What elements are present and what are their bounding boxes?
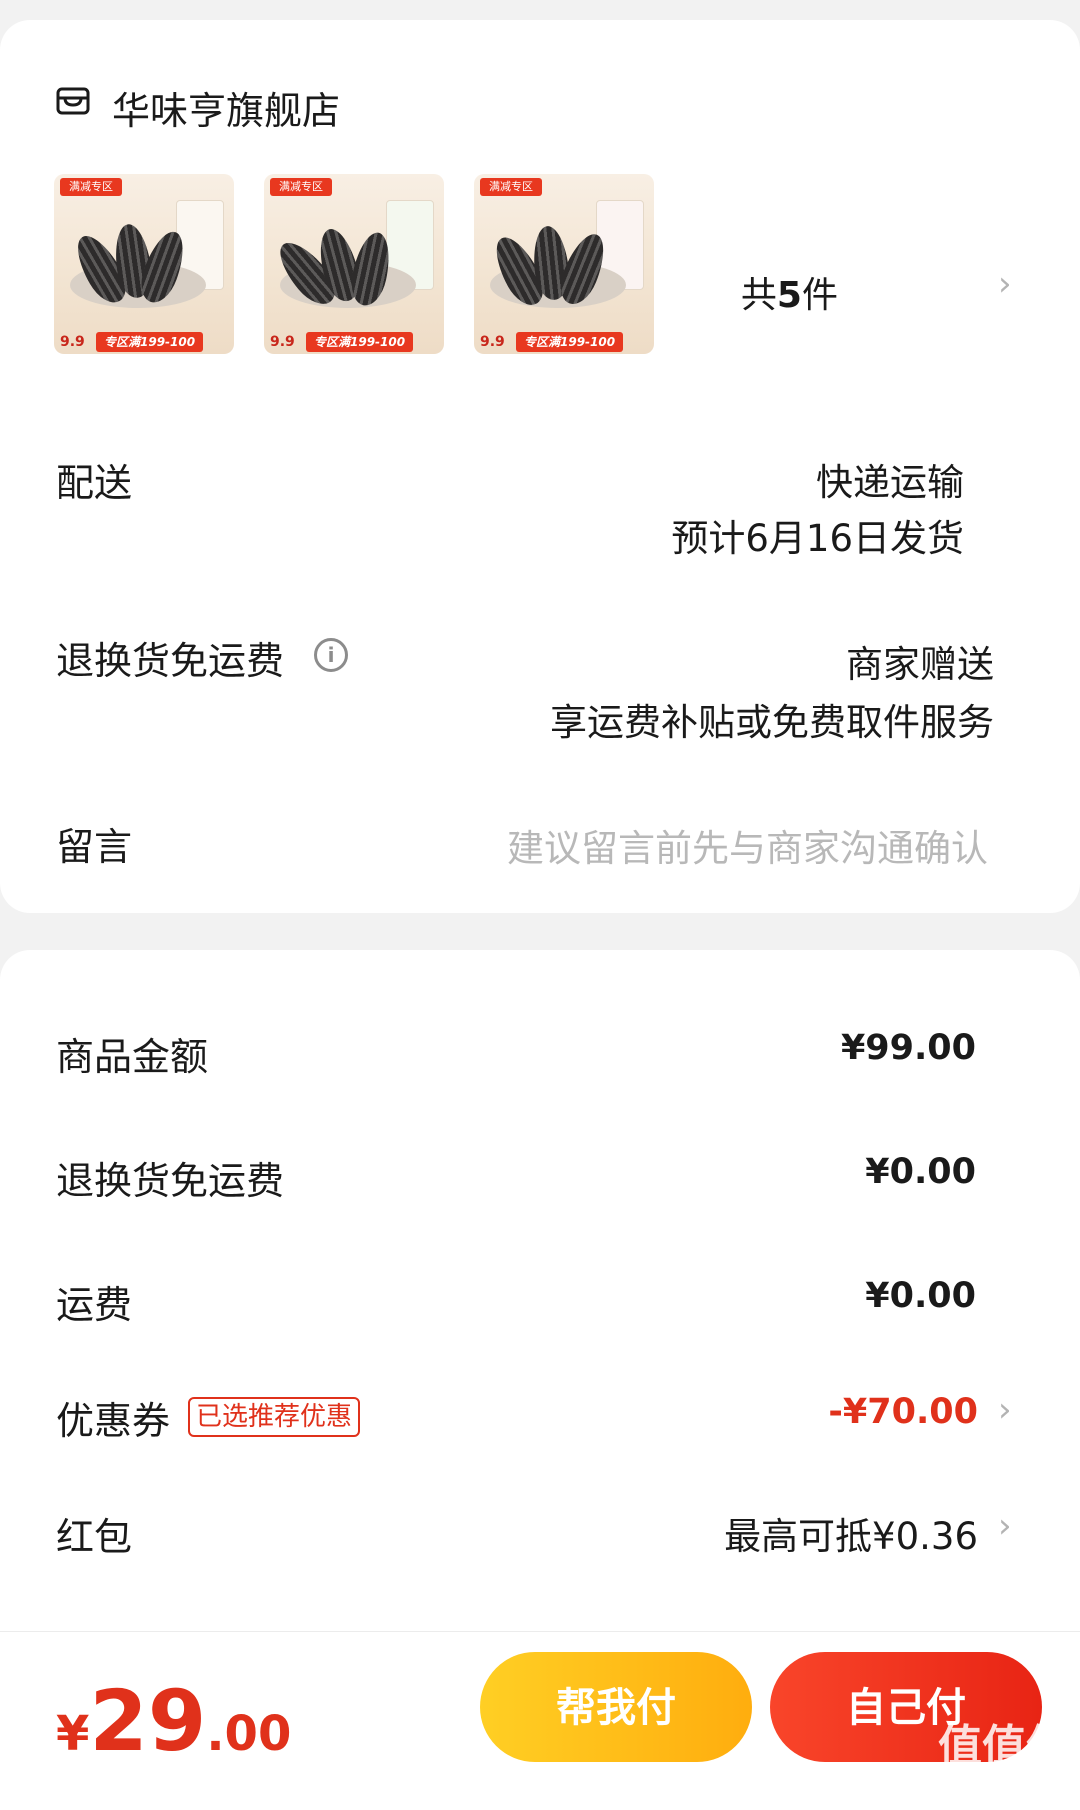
item-count-prefix: 共 — [740, 275, 777, 316]
product-thumbnail[interactable]: 满减专区 9.9 专区满199-100 — [264, 174, 444, 354]
goods-amount-value: ¥99.00 — [840, 1028, 976, 1068]
thumb-price: 9.9 — [60, 334, 85, 350]
return-insurance-value: 商家赠送 — [846, 643, 994, 686]
help-pay-button[interactable]: 帮我付 — [480, 1652, 752, 1762]
coupon-label: 优惠券 — [56, 1399, 171, 1443]
red-packet-value[interactable]: 最高可抵¥0.36 — [724, 1506, 978, 1560]
message-label: 留言 — [56, 825, 133, 869]
return-insurance-note: 享运费补贴或免费取件服务 — [550, 701, 994, 744]
product-thumbnail[interactable]: 满减专区 9.9 专区满199-100 — [474, 174, 654, 354]
delivery-estimate: 预计6月16日发货 — [671, 517, 964, 560]
total-price: ¥29.00 — [56, 1672, 291, 1770]
thumb-promo: 专区满199-100 — [516, 332, 624, 352]
return-fee-label: 退换货免运费 — [56, 1159, 285, 1203]
shipping-label: 运费 — [56, 1283, 133, 1327]
goods-amount-label: 商品金额 — [56, 1035, 209, 1079]
product-thumbnail[interactable]: 满减专区 9.9 专区满199-100 — [54, 174, 234, 354]
item-count-number: 5 — [776, 275, 802, 316]
watermark-url: zhizhizhi.com — [953, 1761, 1062, 1780]
store-icon — [56, 86, 90, 116]
return-fee-value: ¥0.00 — [865, 1152, 976, 1192]
chevron-right-icon[interactable]: › — [998, 1390, 1012, 1430]
thumb-promo: 专区满199-100 — [96, 332, 204, 352]
coupon-badge: 已选推荐优惠 — [188, 1397, 361, 1437]
promo-tag: 满减专区 — [480, 178, 542, 196]
message-input[interactable]: 建议留言前先与商家沟通确认 — [507, 818, 988, 872]
return-insurance-label: 退换货免运费 — [56, 639, 285, 683]
chevron-right-icon[interactable]: › — [998, 1506, 1012, 1546]
store-name[interactable]: 华味亨旗舰店 — [112, 80, 340, 135]
promo-tag: 满减专区 — [270, 178, 332, 196]
chevron-right-icon[interactable]: › — [998, 264, 1012, 304]
checkout-bar: ¥29.00 帮我付 自己付 值值值 zhizhizhi.com — [0, 1631, 1080, 1784]
item-count[interactable]: 共5件 — [741, 266, 838, 318]
total-decimal: .00 — [206, 1706, 292, 1762]
coupon-value[interactable]: -¥70.00 — [828, 1392, 978, 1432]
total-integer: 29 — [89, 1672, 207, 1770]
delivery-label: 配送 — [56, 461, 133, 505]
promo-tag: 满减专区 — [60, 178, 122, 196]
shipping-value: ¥0.00 — [865, 1276, 976, 1316]
order-store-card: 华味亨旗舰店 满减专区 9.9 专区满199-100 满减专区 9.9 专区满1… — [0, 20, 1080, 913]
thumb-promo: 专区满199-100 — [306, 332, 414, 352]
red-packet-label: 红包 — [56, 1515, 133, 1559]
info-icon[interactable]: i — [314, 638, 348, 672]
delivery-method[interactable]: 快递运输 — [816, 452, 964, 506]
item-count-suffix: 件 — [801, 275, 838, 316]
thumb-price: 9.9 — [480, 334, 505, 350]
thumb-price: 9.9 — [270, 334, 295, 350]
total-currency: ¥ — [56, 1706, 90, 1762]
